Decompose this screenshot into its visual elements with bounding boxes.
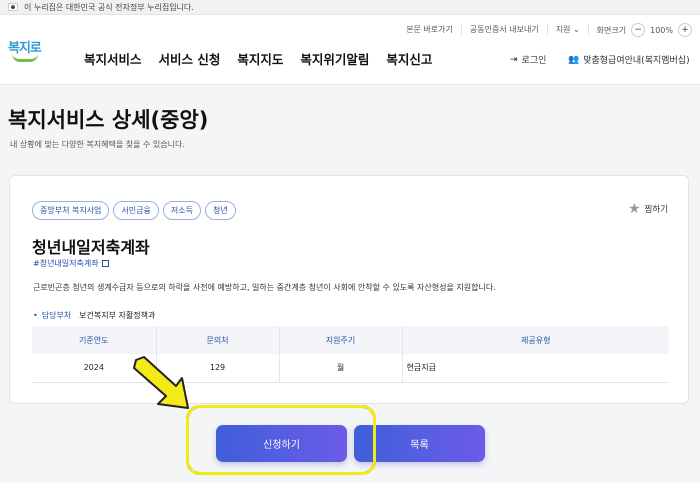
department-label: 담당부처 <box>33 310 71 321</box>
user-group-icon: 👥 <box>568 54 580 65</box>
department-value: 보건복지부 자활정책과 <box>79 311 156 320</box>
membership-link[interactable]: 👥 맞춤형급여안내(복지멤버십) <box>568 53 690 67</box>
service-info-table: 기준연도 문의처 지원주기 제공유형 2024 129 월 현금지급 <box>32 326 669 383</box>
service-detail-card: 중앙부처 복지사업 서민금융 저소득 청년 ★ 찜하기 청년내일저축계좌 #청년… <box>9 175 689 404</box>
nav-service-apply[interactable]: 서비스 신청 <box>159 49 221 68</box>
col-type: 제공유형 <box>401 326 669 354</box>
support-dropdown[interactable]: 지원 ⌄ <box>548 25 589 35</box>
zoom-control: 화면크기 − 100% + <box>589 23 692 37</box>
bokjiro-logo[interactable]: 복지로 <box>8 37 48 75</box>
tag-central-ministry[interactable]: 중앙부처 복지사업 <box>32 201 110 220</box>
site-header: 본문 바로가기 공동인증서 내보내기 지원 ⌄ 화면크기 − 100% + 복지… <box>0 15 700 85</box>
utility-bar: 본문 바로가기 공동인증서 내보내기 지원 ⌄ 화면크기 − 100% + <box>398 23 692 37</box>
service-hashtag-link[interactable]: #청년내일저축계좌 <box>33 258 109 269</box>
zoom-value: 100% <box>650 25 673 35</box>
cell-cycle: 월 <box>278 354 402 383</box>
department-info: 담당부처 보건복지부 자활정책과 <box>33 310 156 321</box>
table-header-row: 기준연도 문의처 지원주기 제공유형 <box>32 326 669 354</box>
zoom-out-button[interactable]: − <box>631 23 646 37</box>
tag-finance[interactable]: 서민금융 <box>113 201 159 220</box>
chevron-down-icon: ⌄ <box>572 25 580 34</box>
logo-text: 복지로 <box>8 41 42 56</box>
favorite-button[interactable]: ★ 찜하기 <box>628 202 668 216</box>
cert-export-link[interactable]: 공동인증서 내보내기 <box>462 25 548 35</box>
tag-list: 중앙부처 복지사업 서민금융 저소득 청년 <box>32 201 236 220</box>
cell-type: 현금지급 <box>401 354 669 383</box>
nav-welfare-report[interactable]: 복지신고 <box>386 49 432 68</box>
pointer-arrow-icon <box>133 356 189 409</box>
tag-low-income[interactable]: 저소득 <box>162 201 201 220</box>
col-year: 기준연도 <box>32 326 156 354</box>
nav-welfare-services[interactable]: 복지서비스 <box>84 49 142 68</box>
login-label: 로그인 <box>521 56 547 66</box>
hashtag-text: #청년내일저축계좌 <box>33 259 99 268</box>
screen-size-label: 화면크기 <box>596 25 627 35</box>
tag-youth[interactable]: 청년 <box>204 201 236 220</box>
star-icon: ★ <box>627 201 641 217</box>
skip-to-content-link[interactable]: 본문 바로가기 <box>398 25 462 35</box>
service-title: 청년내일저축계좌 <box>32 238 150 257</box>
table-row: 2024 129 월 현금지급 <box>32 354 669 383</box>
nav-welfare-map[interactable]: 복지지도 <box>237 49 283 68</box>
login-icon: ⇥ <box>510 54 518 65</box>
nav-crisis-alert[interactable]: 복지위기알림 <box>300 49 369 68</box>
membership-label: 맞춤형급여안내(복지멤버십) <box>583 56 690 66</box>
gov-banner-text: 이 누리집은 대한민국 공식 전자정부 누리집입니다. <box>24 2 194 12</box>
support-label: 지원 <box>555 25 571 34</box>
page-subtitle: 내 상황에 맞는 다양한 복지혜택을 찾을 수 있습니다. <box>10 140 185 149</box>
list-button[interactable]: 목록 <box>354 425 485 462</box>
favorite-label: 찜하기 <box>644 205 668 215</box>
col-contact: 문의처 <box>155 326 279 354</box>
service-description: 근로빈곤층 청년의 생계수급자 등으로의 하락을 사전에 예방하고, 일하는 중… <box>33 283 496 292</box>
login-link[interactable]: ⇥ 로그인 <box>510 53 547 67</box>
apply-button[interactable]: 신청하기 <box>216 425 347 462</box>
external-link-icon <box>101 260 109 267</box>
page-title: 복지서비스 상세(중앙) <box>8 108 209 132</box>
col-cycle: 지원주기 <box>278 326 402 354</box>
gov-banner: 이 누리집은 대한민국 공식 전자정부 누리집입니다. <box>0 0 700 15</box>
korea-flag-icon <box>8 3 18 11</box>
zoom-in-button[interactable]: + <box>678 23 692 37</box>
main-nav: 복지서비스 서비스 신청 복지지도 복지위기알림 복지신고 <box>84 49 432 68</box>
